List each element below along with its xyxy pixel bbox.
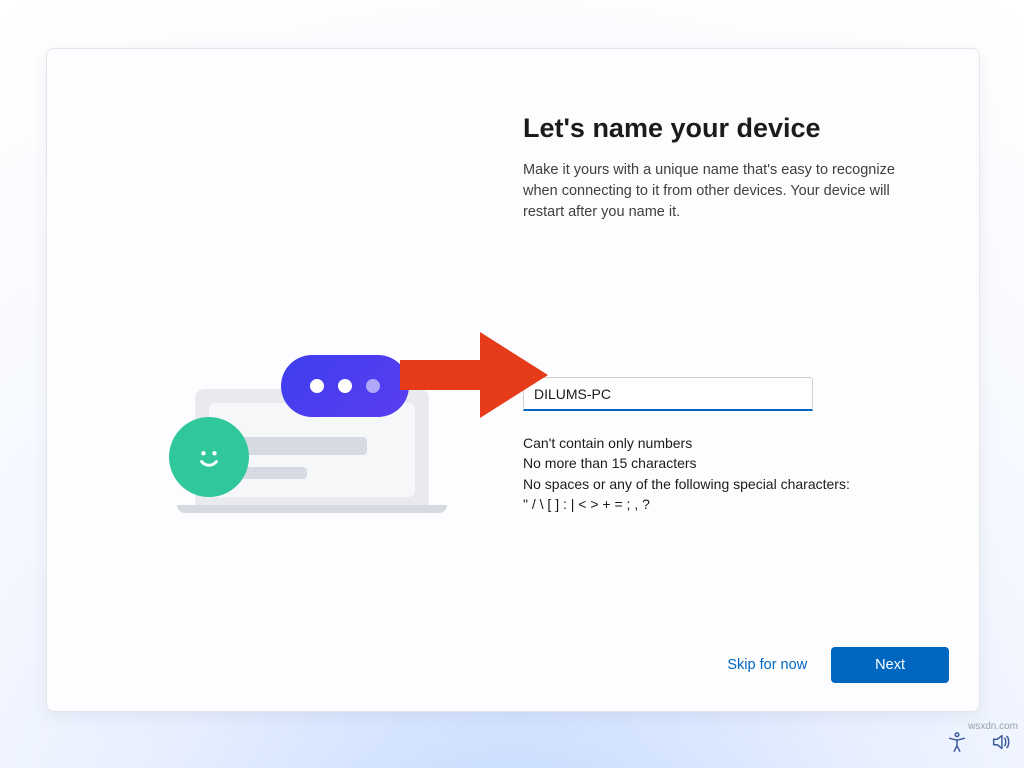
dot-icon <box>310 379 324 393</box>
laptop-base-shape <box>177 505 447 513</box>
rule-line: " / \ [ ] : | < > + = ; , ? <box>523 494 923 514</box>
action-bar: Skip for now Next <box>727 647 949 683</box>
rule-line: No spaces or any of the following specia… <box>523 474 923 494</box>
page-subtitle: Make it yours with a unique name that's … <box>523 160 903 223</box>
skip-button[interactable]: Skip for now <box>727 657 807 673</box>
device-name-field-wrap <box>523 377 813 411</box>
setup-window: Let's name your device Make it yours wit… <box>46 48 980 712</box>
next-button[interactable]: Next <box>831 647 949 683</box>
dot-icon <box>366 379 380 393</box>
rule-line: No more than 15 characters <box>523 453 923 473</box>
system-tray <box>946 731 1012 758</box>
volume-icon[interactable] <box>990 731 1012 758</box>
right-pane: Let's name your device Make it yours wit… <box>507 49 979 711</box>
rule-line: Can't contain only numbers <box>523 433 923 453</box>
left-pane <box>47 49 507 711</box>
smiley-face-icon <box>169 417 249 497</box>
chat-bubble-icon <box>281 355 409 417</box>
accessibility-icon[interactable] <box>946 731 968 758</box>
device-illustration <box>153 345 483 525</box>
device-name-input[interactable] <box>523 377 813 411</box>
watermark-text: wsxdn.com <box>968 721 1018 732</box>
naming-rules: Can't contain only numbers No more than … <box>523 433 923 514</box>
dot-icon <box>338 379 352 393</box>
page-title: Let's name your device <box>523 113 927 144</box>
